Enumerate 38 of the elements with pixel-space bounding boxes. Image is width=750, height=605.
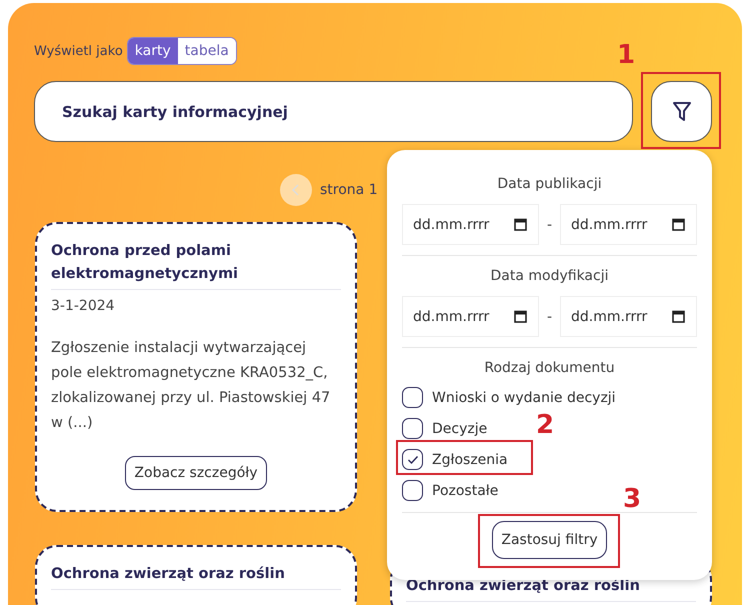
checkbox[interactable] — [402, 480, 423, 501]
section-title: Rodzaj dokumentu — [483, 360, 616, 376]
range-separator: - — [546, 216, 552, 232]
date-field[interactable]: dd.mm.rrrr — [402, 296, 539, 337]
calendar-icon — [514, 218, 527, 231]
card-description: Zgłoszenie instalacji wytwarzającej pole elektromagnetyczne KRA0532_C, zlokalizowanej przy ul. Piastowskiej 47 w (...) — [51, 339, 332, 433]
chevron-left-icon — [291, 184, 301, 196]
checkbox[interactable] — [402, 418, 423, 439]
checkbox[interactable] — [402, 387, 423, 408]
view-label: Wyświetl jako — [34, 44, 123, 58]
checkbox-label: Zgłoszenia — [432, 452, 508, 468]
filter-icon — [672, 100, 692, 122]
apply-filters-button[interactable]: Zastosuj filtry — [492, 521, 607, 559]
section-title: Data publikacji — [496, 176, 603, 192]
filter-button[interactable] — [651, 81, 712, 142]
search-field[interactable]: Szukaj karty informacyjnej — [34, 81, 633, 142]
checkbox-label: Decyzje — [432, 420, 488, 436]
checkbox-label: Wnioski o wydanie decyzji — [432, 390, 616, 406]
step-number: 3 — [623, 484, 642, 514]
step-number: 2 — [536, 410, 554, 440]
calendar-icon — [514, 310, 527, 323]
card-title: Ochrona zwierząt oraz roślin — [51, 563, 341, 590]
calendar-icon — [672, 218, 685, 231]
checkbox-label: Pozostałe — [432, 482, 498, 498]
calendar-icon — [672, 310, 685, 323]
range-separator: - — [546, 308, 552, 324]
date-field[interactable]: dd.mm.rrrr — [402, 204, 539, 245]
checkmark-icon — [406, 454, 418, 464]
page-label: strona 1 — [320, 182, 378, 198]
details-button[interactable]: Zobacz szczegóły — [125, 456, 267, 490]
step-number: 1 — [617, 40, 636, 70]
section-title: Data modyfikacji — [490, 268, 610, 284]
date-field[interactable]: dd.mm.rrrr — [560, 296, 697, 337]
date-field[interactable]: dd.mm.rrrr — [560, 204, 697, 245]
card-date: 3-1-2024 — [51, 298, 116, 314]
card-title: Ochrona przed polami elektromagnetycznymi — [51, 240, 341, 290]
checkbox[interactable] — [402, 449, 423, 470]
view-option[interactable]: karty — [128, 38, 178, 64]
